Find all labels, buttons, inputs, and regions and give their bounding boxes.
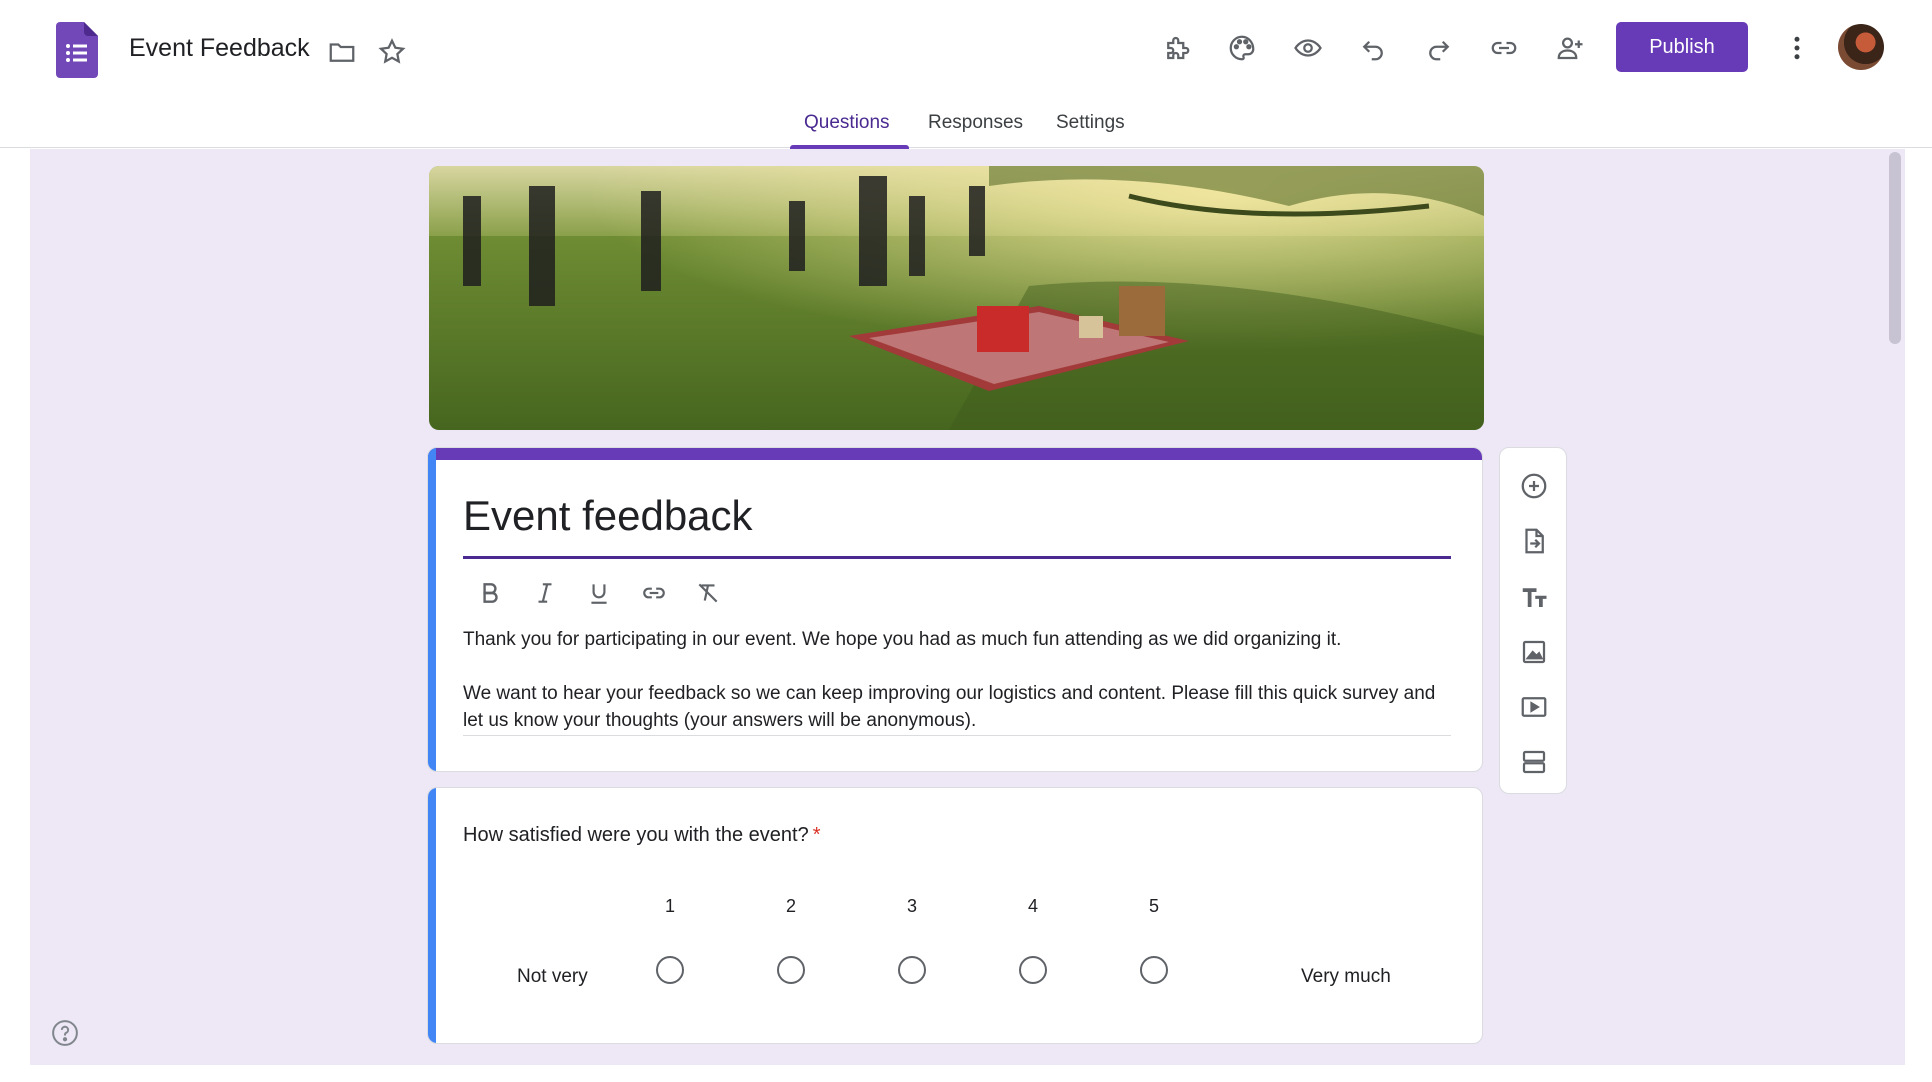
folder-icon[interactable]	[322, 32, 362, 72]
add-section-icon[interactable]	[1514, 742, 1554, 782]
underline-icon[interactable]	[579, 573, 619, 613]
required-asterisk: *	[812, 824, 821, 846]
scale-radio-3[interactable]	[898, 956, 926, 984]
add-image-icon[interactable]	[1514, 632, 1554, 672]
scale-value-label: 2	[785, 896, 796, 916]
scale-value-label: 5	[1148, 896, 1159, 916]
theme-accent-bar	[428, 448, 1482, 460]
description-paragraph: Thank you for participating in our event…	[463, 629, 1342, 650]
insert-link-icon[interactable]	[634, 573, 674, 613]
preview-eye-icon[interactable]	[1288, 28, 1328, 68]
scale-radio-1[interactable]	[656, 956, 684, 984]
palette-icon[interactable]	[1222, 28, 1262, 68]
clear-format-icon[interactable]	[688, 573, 728, 613]
question-title[interactable]: How satisfied were you with the event? *	[463, 824, 821, 847]
active-card-indicator	[428, 448, 436, 771]
link-icon[interactable]	[1484, 28, 1524, 68]
header-banner-image	[429, 166, 1484, 430]
help-icon[interactable]	[48, 1016, 82, 1050]
addon-puzzle-icon[interactable]	[1157, 28, 1197, 68]
floating-toolbar	[1499, 447, 1567, 794]
form-header-card[interactable]: Event feedback Thank you for participati…	[427, 447, 1483, 772]
scale-radio-2[interactable]	[777, 956, 805, 984]
question-card-linear-scale[interactable]: How satisfied were you with the event? * …	[427, 787, 1483, 1044]
avatar[interactable]	[1838, 24, 1884, 70]
add-question-icon[interactable]	[1514, 466, 1554, 506]
publish-button[interactable]: Publish	[1616, 22, 1748, 72]
undo-icon[interactable]	[1353, 28, 1393, 68]
italic-icon[interactable]	[525, 573, 565, 613]
document-title[interactable]: Event Feedback	[129, 34, 310, 63]
form-description[interactable]: Thank you for participating in our event…	[463, 626, 1451, 761]
description-paragraph: We want to hear your feedback so we can …	[463, 683, 1436, 731]
add-title-icon[interactable]	[1514, 577, 1554, 617]
title-focus-underline	[463, 556, 1451, 559]
star-icon[interactable]	[372, 32, 412, 72]
tab-responses[interactable]: Responses	[928, 112, 1023, 134]
scale-value-label: 3	[906, 896, 917, 916]
add-collaborator-icon[interactable]	[1550, 28, 1590, 68]
question-text: How satisfied were you with the event?	[463, 824, 809, 846]
scrollbar[interactable]	[1889, 152, 1901, 344]
import-questions-icon[interactable]	[1514, 521, 1554, 561]
tab-bar: Questions Responses Settings	[0, 108, 1932, 149]
bold-icon[interactable]	[470, 573, 510, 613]
form-title-input[interactable]: Event feedback	[463, 492, 753, 540]
more-vert-icon[interactable]	[1777, 28, 1817, 68]
scale-value-label: 4	[1027, 896, 1038, 916]
scale-radio-5[interactable]	[1140, 956, 1168, 984]
app-header: Event Feedback Publish Questions Respons…	[0, 0, 1932, 149]
scale-low-label: Not very	[517, 966, 588, 987]
tab-settings[interactable]: Settings	[1056, 112, 1125, 134]
active-card-indicator	[428, 788, 436, 1043]
forms-logo-icon[interactable]	[56, 22, 98, 78]
scale-radio-4[interactable]	[1019, 956, 1047, 984]
tab-questions[interactable]: Questions	[804, 112, 890, 134]
description-underline	[463, 735, 1451, 736]
scale-value-label: 1	[664, 896, 675, 916]
scale-high-label: Very much	[1301, 966, 1391, 987]
redo-icon[interactable]	[1419, 28, 1459, 68]
add-video-icon[interactable]	[1514, 687, 1554, 727]
